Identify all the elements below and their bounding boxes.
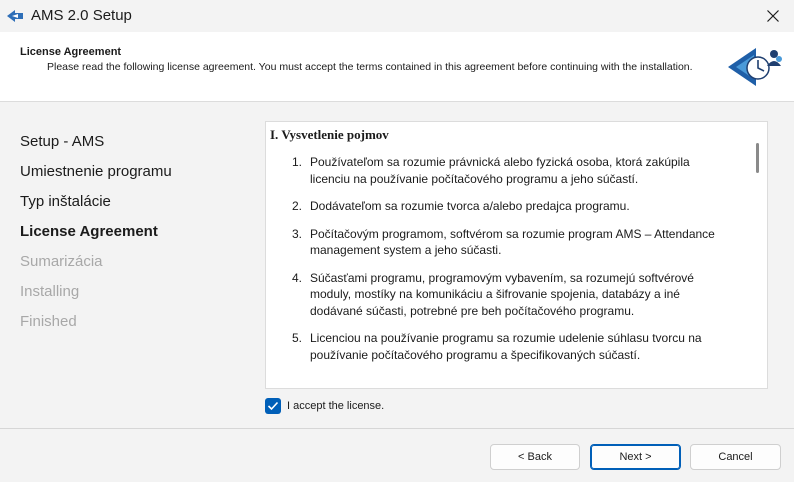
license-terms-list: 1. Používateľom sa rozumie právnická aleb… (292, 154, 732, 374)
accept-license-label[interactable]: I accept the license. (287, 400, 384, 412)
back-button[interactable]: < Back (490, 444, 580, 470)
step-setup: Setup - AMS (20, 133, 105, 150)
list-item: 1. Používateľom sa rozumie právnická aleb… (292, 155, 690, 186)
header-subtitle: Please read the following license agreem… (47, 61, 693, 73)
footer-divider (0, 428, 794, 429)
step-license-agreement: License Agreement (20, 223, 158, 240)
ams-logo-icon (728, 48, 782, 86)
step-location: Umiestnenie programu (20, 163, 172, 180)
list-item: 5. Licenciou na používanie programu sa ro… (292, 331, 702, 362)
wizard-header: License Agreement Please read the follow… (0, 32, 794, 102)
checkmark-icon (267, 401, 279, 411)
step-install-type: Typ inštalácie (20, 193, 111, 210)
close-icon (767, 10, 779, 22)
license-text-box[interactable]: I. Vysvetlenie pojmov 1. Používateľom sa … (265, 121, 768, 389)
title-bar: AMS 2.0 Setup (0, 0, 794, 32)
header-title: License Agreement (20, 46, 122, 58)
close-button[interactable] (752, 0, 794, 32)
step-summary: Sumarizácia (20, 253, 103, 270)
accept-license-checkbox[interactable] (265, 398, 281, 414)
list-item: 2. Dodávateľom sa rozumie tvorca a/alebo … (292, 199, 630, 213)
scrollbar-thumb[interactable] (756, 143, 759, 173)
step-finished: Finished (20, 313, 77, 330)
window-title: AMS 2.0 Setup (31, 7, 132, 24)
accept-license-row[interactable]: I accept the license. (265, 397, 384, 415)
license-heading: I. Vysvetlenie pojmov (270, 127, 389, 142)
cancel-button[interactable]: Cancel (690, 444, 781, 470)
wizard-steps: Setup - AMS Umiestnenie programu Typ inš… (20, 127, 250, 337)
step-installing: Installing (20, 283, 80, 300)
next-button[interactable]: Next > (590, 444, 681, 470)
list-item: 3. Počítačovým programom, softvérom sa ro… (292, 226, 715, 258)
list-item: 4. Súčasťami programu, programovým vybave… (292, 270, 694, 318)
setup-app-icon (7, 10, 23, 22)
